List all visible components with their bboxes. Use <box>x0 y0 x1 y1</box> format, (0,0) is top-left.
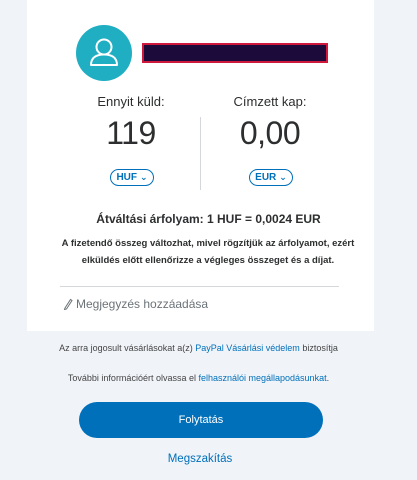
recipient-avatar <box>76 25 132 81</box>
receive-currency-select[interactable]: EUR ⌄ <box>249 169 293 186</box>
exchange-note-line1: A fizetendő összeg változhat, mivel rögz… <box>61 238 355 249</box>
recipient-name-redacted <box>142 43 328 63</box>
receive-amount: 0,00 <box>239 115 301 151</box>
section-divider <box>60 286 339 287</box>
continue-button[interactable]: Folytatás <box>79 402 323 438</box>
add-note-button[interactable]: Megjegyzés hozzáadása <box>63 297 208 311</box>
cancel-link[interactable]: Megszakítás <box>0 453 400 465</box>
exchange-note: A fizetendő összeg változhat, mivel rögz… <box>58 235 358 269</box>
user-agreement-text: További információért olvassa el felhasz… <box>0 373 397 383</box>
chevron-down-icon: ⌄ <box>279 172 287 182</box>
add-note-label: Megjegyzés hozzáadása <box>76 297 209 311</box>
pencil-icon <box>63 298 73 310</box>
protection-suffix: biztosítja <box>302 343 338 353</box>
protection-prefix: Az arra jogosult vásárlásokat a(z) <box>59 343 193 353</box>
receive-currency-code: EUR <box>255 172 277 183</box>
user-agreement-link[interactable]: felhasználói megállapodásunkat <box>198 373 326 383</box>
purchase-protection-link[interactable]: PayPal Vásárlási védelem <box>195 343 300 353</box>
user-icon <box>90 38 118 66</box>
info-suffix: . <box>326 373 330 383</box>
send-currency-code: HUF <box>116 172 137 183</box>
purchase-protection-text: Az arra jogosult vásárlásokat a(z) PayPa… <box>0 343 397 353</box>
info-prefix: További információért olvassa el <box>67 373 196 383</box>
send-currency-select[interactable]: HUF ⌄ <box>110 169 154 186</box>
send-label: Ennyit küld: <box>97 94 165 109</box>
exchange-rate: Átváltási árfolyam: 1 HUF = 0,0024 EUR <box>96 212 321 226</box>
exchange-note-line2: elküldés előtt ellenőrizze a végleges ös… <box>81 255 335 266</box>
send-amount: 119 <box>106 115 156 151</box>
receive-label: Címzett kap: <box>233 94 307 109</box>
chevron-down-icon: ⌄ <box>140 172 148 182</box>
